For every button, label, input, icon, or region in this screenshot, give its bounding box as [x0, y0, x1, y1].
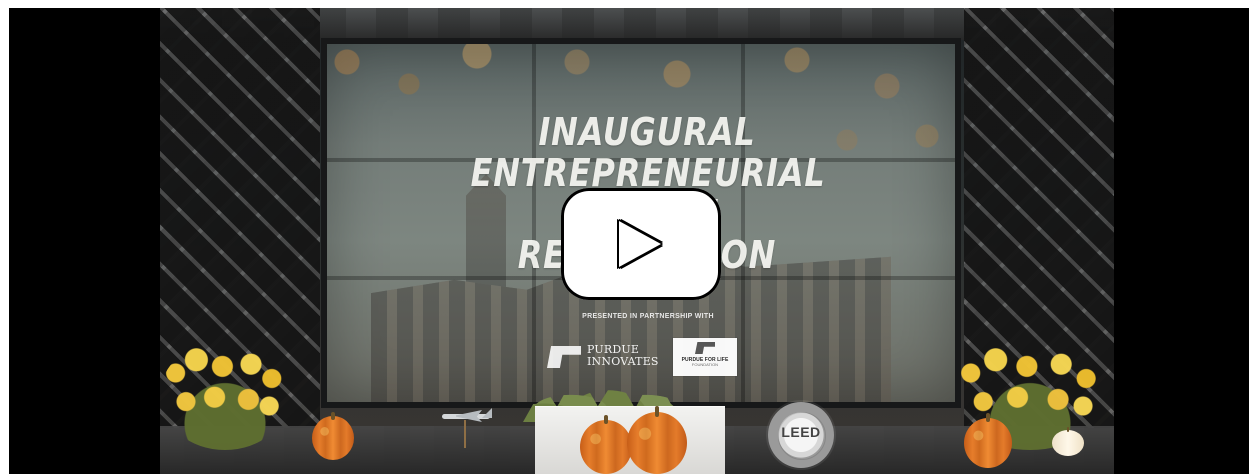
model-airplane	[432, 408, 502, 448]
page-frame: INAUGURAL ENTREPRENEURIAL ALUMNI RECOGNI…	[0, 0, 1258, 474]
purdue-innovates-logo: PURDUE INNOVATES	[547, 344, 659, 374]
play-icon	[619, 221, 661, 267]
play-button[interactable]	[561, 188, 721, 300]
pumpkin-center-right	[627, 405, 687, 474]
purdue-innovates-line-2: INNOVATES	[587, 355, 659, 368]
partnership-text: PRESENTED IN PARTNERSHIP WITH	[582, 313, 714, 320]
airplane-tail	[482, 408, 492, 418]
purdue-for-life-subtitle: FOUNDATION	[691, 362, 719, 367]
video-title-line-1: INAUGURAL	[538, 110, 756, 154]
leed-label: LEED	[781, 424, 821, 440]
airplane-stand	[464, 420, 466, 448]
pumpkin-left	[312, 411, 354, 460]
left-mums-bouquet	[160, 340, 290, 450]
purdue-p-icon	[547, 346, 581, 368]
purdue-innovates-wordmark: PURDUE INNOVATES	[587, 344, 659, 368]
leed-plaque: LEED	[768, 402, 834, 468]
purdue-for-life-p-icon	[695, 342, 715, 354]
pumpkin-right	[964, 413, 1012, 468]
white-pumpkin-right	[1052, 427, 1084, 456]
video-player[interactable]: INAUGURAL ENTREPRENEURIAL ALUMNI RECOGNI…	[9, 8, 1249, 474]
pumpkin-center-left	[580, 414, 632, 474]
purdue-for-life-logo: PURDUE FOR LIFE FOUNDATION	[673, 338, 737, 376]
